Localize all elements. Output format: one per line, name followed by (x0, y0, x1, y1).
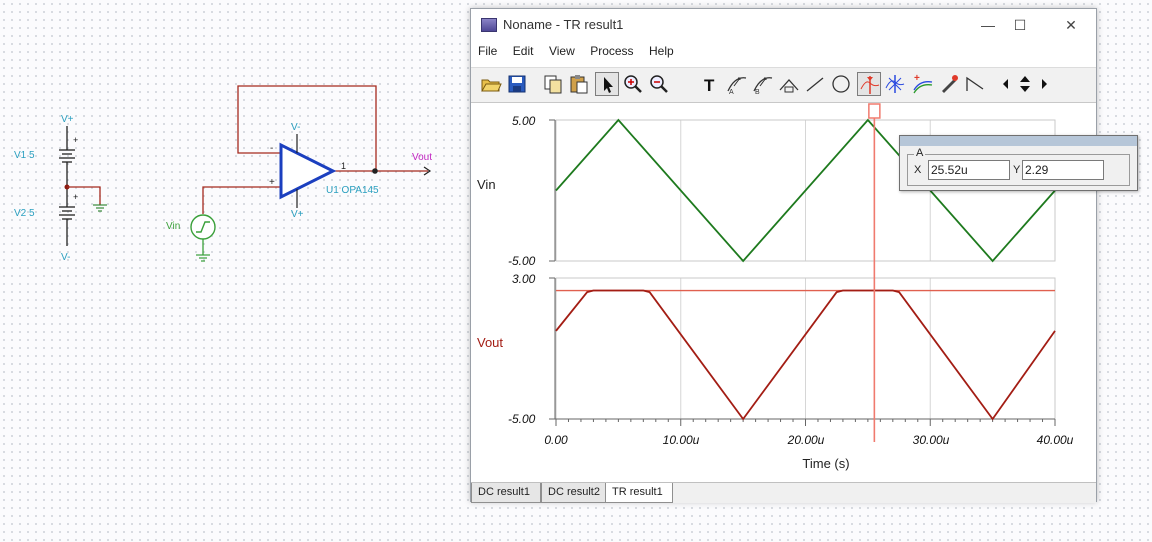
text-tool-icon[interactable]: T (699, 72, 723, 96)
cursor-y-label: Y (1013, 164, 1021, 176)
vout-axis-label: Vout (477, 335, 503, 350)
select-arrow-icon[interactable] (595, 72, 619, 96)
app-icon (481, 18, 497, 32)
copy-icon[interactable] (541, 72, 565, 96)
vminus-bottom-label: V- (61, 252, 70, 263)
add-cursor-icon[interactable]: + (911, 72, 935, 96)
tab-tr-result1[interactable]: TR result1 (605, 483, 673, 503)
svg-text:+: + (914, 73, 920, 84)
svg-text:B: B (755, 89, 760, 96)
svg-text:A: A (729, 89, 734, 96)
v1-label: V1 5 (14, 150, 35, 161)
open-folder-icon[interactable] (479, 72, 503, 96)
opamp-u1[interactable] (279, 134, 337, 208)
shape-marker-icon[interactable] (777, 72, 801, 96)
vin-source-label: Vin (166, 221, 180, 232)
menu-file[interactable]: File (471, 41, 501, 58)
xtick-0: 0.00 (544, 433, 568, 447)
nav-left-icon[interactable] (999, 72, 1013, 96)
cursor-a-handle[interactable] (868, 103, 881, 119)
vplus-top-label: V+ (61, 114, 74, 125)
nav-updown-icon[interactable] (1015, 72, 1035, 96)
vin-ytick-top: 5.00 (512, 114, 536, 128)
opamp-vplus-label: V+ (291, 209, 304, 220)
xtick-3: 30.00u (913, 433, 950, 447)
cursor-readout-dialog[interactable]: A X 25.52u Y 2.29 (899, 135, 1138, 191)
save-icon[interactable] (505, 72, 529, 96)
cursor-y-field[interactable]: 2.29 (1022, 160, 1104, 180)
zoom-out-icon[interactable] (647, 72, 671, 96)
opamp-pin-out: 1 (341, 161, 346, 171)
menu-bar: File Edit View Process Help (471, 41, 1096, 63)
cursor-a-icon[interactable] (857, 72, 881, 96)
maximize-button[interactable]: ☐ (998, 13, 1042, 37)
cursor-b-icon[interactable] (883, 72, 907, 96)
nav-right-icon[interactable] (1037, 72, 1051, 96)
vin-axis-label: Vin (477, 177, 496, 192)
tab-dc-result2[interactable]: DC result2 (541, 483, 611, 503)
v2-label: V2 5 (14, 208, 35, 219)
close-button[interactable]: ✕ (1049, 13, 1093, 37)
cursor-readout-titlebar[interactable] (900, 136, 1137, 146)
vout-ytick-top: 3.00 (512, 272, 536, 286)
tr-result-window: Noname - TR result1 — ☐ ✕ File Edit View… (470, 8, 1097, 503)
toolbar: T A B + (471, 67, 1096, 103)
menu-edit[interactable]: Edit (506, 41, 538, 58)
tab-dc-result1[interactable]: DC result1 (471, 483, 541, 503)
xtick-1: 10.00u (663, 433, 700, 447)
result-tabs: DC result1 DC result2 TR result1 (471, 482, 1096, 503)
vout-ytick-bottom: -5.00 (508, 412, 536, 426)
svg-text:+: + (73, 135, 78, 145)
cursor-readout-group: A X 25.52u Y 2.29 (907, 147, 1130, 186)
cursor-x-field[interactable]: 25.52u (928, 160, 1010, 180)
ground-wire (67, 186, 101, 205)
menu-process[interactable]: Process (583, 41, 637, 58)
input-wire (202, 186, 280, 214)
vout-grid (680, 278, 931, 419)
cursor-x-label: X (914, 164, 922, 176)
curve-marker-icon[interactable]: A (725, 72, 749, 96)
cursor-a[interactable] (868, 103, 881, 442)
step-icon[interactable] (963, 72, 987, 96)
zoom-in-icon[interactable] (621, 72, 645, 96)
xtick-2: 20.00u (787, 433, 825, 447)
window-title: Noname - TR result1 (503, 17, 624, 32)
paste-icon[interactable] (567, 72, 591, 96)
x-axis-label: Time (s) (802, 456, 849, 471)
curve-marker-2-icon[interactable]: B (751, 72, 775, 96)
schematic-canvas: V+ V1 5 V2 5 V- + + V- V+ U1 OPA145 - + … (14, 85, 432, 263)
vin-ytick-bottom: -5.00 (508, 254, 536, 268)
opamp-pin-pos: + (269, 177, 275, 188)
opamp-pin-neg: - (270, 143, 273, 154)
svg-text:T: T (704, 76, 715, 95)
vout-probe-label: Vout (412, 152, 432, 163)
menu-help[interactable]: Help (642, 41, 678, 58)
line-tool-icon[interactable] (803, 72, 827, 96)
opamp-name-label: U1 OPA145 (326, 185, 379, 196)
menu-view[interactable]: View (542, 41, 579, 58)
svg-text:+: + (73, 192, 78, 202)
ground-icon (93, 204, 107, 212)
cursor-group-label: A (914, 147, 926, 159)
vin-source-icon[interactable] (190, 214, 216, 262)
title-bar[interactable]: Noname - TR result1 — ☐ ✕ (471, 9, 1096, 41)
x-axis-ticks (555, 419, 1056, 426)
pen-marker-icon[interactable] (937, 72, 961, 96)
xtick-4: 40.00u (1037, 433, 1074, 447)
opamp-vminus-label: V- (291, 122, 300, 133)
ellipse-tool-icon[interactable] (829, 72, 853, 96)
